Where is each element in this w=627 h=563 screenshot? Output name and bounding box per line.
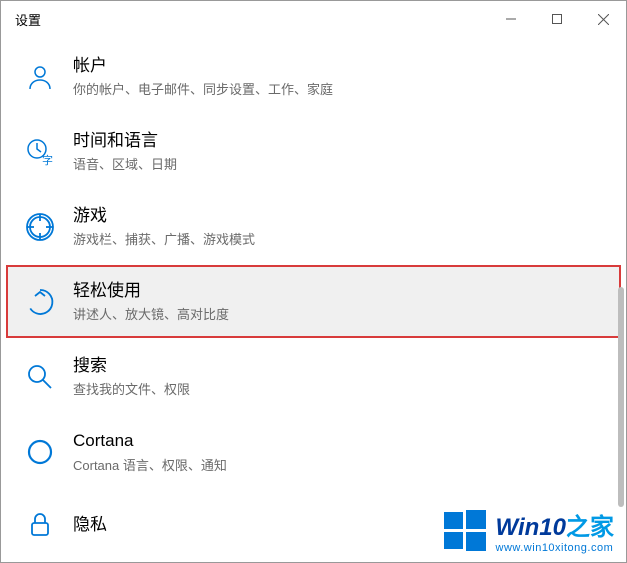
item-desc: 讲述人、放大镜、高对比度 xyxy=(73,304,610,323)
cortana-icon xyxy=(21,433,59,471)
settings-item-ease-of-access[interactable]: 轻松使用 讲述人、放大镜、高对比度 xyxy=(7,266,620,337)
watermark-url: www.win10xitong.com xyxy=(496,542,614,554)
item-title: 轻松使用 xyxy=(73,280,610,302)
watermark-brand: Win10之家 xyxy=(496,507,614,542)
titlebar: 设置 xyxy=(1,1,626,37)
ease-of-access-icon xyxy=(21,283,59,321)
item-text: Cortana Cortana 语言、权限、通知 xyxy=(73,430,610,473)
close-icon xyxy=(598,14,609,25)
item-text: 搜索 查找我的文件、权限 xyxy=(73,355,610,398)
window-controls xyxy=(488,3,626,35)
settings-list: 帐户 你的帐户、电子邮件、同步设置、工作、家庭 字 时间和语言 语音、区域、日期… xyxy=(1,37,626,562)
close-button[interactable] xyxy=(580,3,626,35)
maximize-button[interactable] xyxy=(534,3,580,35)
settings-item-cortana[interactable]: Cortana Cortana 语言、权限、通知 xyxy=(7,416,620,487)
item-desc: 游戏栏、捕获、广播、游戏模式 xyxy=(73,229,610,248)
item-desc: Cortana 语言、权限、通知 xyxy=(73,455,610,474)
accounts-icon xyxy=(21,58,59,96)
item-desc: 你的帐户、电子邮件、同步设置、工作、家庭 xyxy=(73,79,610,98)
gaming-icon xyxy=(21,208,59,246)
item-text: 轻松使用 讲述人、放大镜、高对比度 xyxy=(73,280,610,323)
minimize-icon xyxy=(506,14,516,24)
search-icon xyxy=(21,358,59,396)
item-title: Cortana xyxy=(73,430,610,452)
item-title: 时间和语言 xyxy=(73,130,610,152)
item-text: 时间和语言 语音、区域、日期 xyxy=(73,130,610,173)
settings-item-search[interactable]: 搜索 查找我的文件、权限 xyxy=(7,341,620,412)
svg-text:字: 字 xyxy=(42,153,53,167)
maximize-icon xyxy=(552,14,562,24)
privacy-icon xyxy=(21,506,59,544)
windows-logo-icon xyxy=(442,508,488,554)
scrollbar-thumb[interactable] xyxy=(618,287,624,507)
item-title: 搜索 xyxy=(73,355,610,377)
settings-item-gaming[interactable]: 游戏 游戏栏、捕获、广播、游戏模式 xyxy=(7,191,620,262)
item-desc: 语音、区域、日期 xyxy=(73,154,610,173)
item-title: 帐户 xyxy=(73,55,610,77)
item-title: 游戏 xyxy=(73,205,610,227)
item-text: 游戏 游戏栏、捕获、广播、游戏模式 xyxy=(73,205,610,248)
settings-item-time-language[interactable]: 字 时间和语言 语音、区域、日期 xyxy=(7,116,620,187)
settings-item-accounts[interactable]: 帐户 你的帐户、电子邮件、同步设置、工作、家庭 xyxy=(7,41,620,112)
item-desc: 查找我的文件、权限 xyxy=(73,379,610,398)
time-language-icon: 字 xyxy=(21,133,59,171)
window-title: 设置 xyxy=(15,10,488,29)
watermark: Win10之家 www.win10xitong.com xyxy=(442,507,614,554)
item-text: 帐户 你的帐户、电子邮件、同步设置、工作、家庭 xyxy=(73,55,610,98)
minimize-button[interactable] xyxy=(488,3,534,35)
